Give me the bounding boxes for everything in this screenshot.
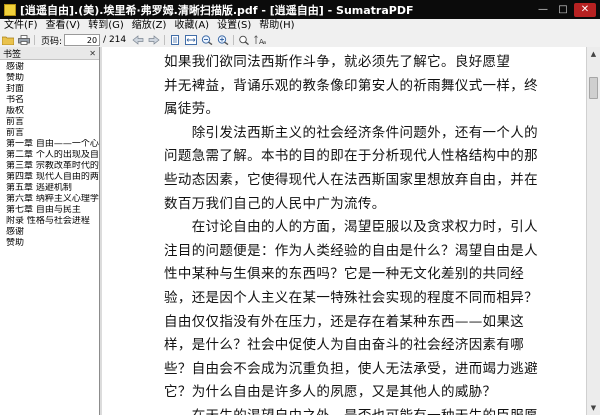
toolbar-separator: [233, 35, 235, 45]
text-line: 性中某种与生俱来的东西吗？它是一种无文化差别的共同经: [164, 266, 525, 283]
zoom-out-icon[interactable]: [201, 35, 213, 46]
bookmark-item[interactable]: 赞助: [6, 73, 99, 84]
toolbar-separator: [164, 35, 166, 45]
bookmark-tree: 感谢 赞助 封面 书名 版权 前言 前言 第一章 自由——一个心理 第二章 个人…: [0, 60, 99, 249]
sidebar-title: 书签: [3, 49, 22, 60]
window-title: [逍遥自由].(美).埃里希·弗罗姆.清晰扫描版.pdf - [逍遥自由] - …: [20, 3, 414, 17]
next-page-icon[interactable]: [148, 35, 160, 46]
text-line: 些动态因素，它使得现代人在法西斯国家里想放弃自由，并在: [164, 171, 538, 188]
text-line: 注目的问题便是：作为人类经验的自由是什么？渴望自由是人: [164, 242, 538, 259]
fit-page-icon[interactable]: [169, 35, 181, 46]
text-line: 自由仅仅指没有外在压力，还是存在着某种东西——如果这: [164, 313, 525, 330]
text-line: 验，还是因个人主义在某一特殊社会实现的程度不同而相异？: [164, 289, 538, 306]
bookmark-item[interactable]: 感谢: [6, 227, 99, 238]
pdf-page: 如果我们欲同法西斯作斗争，就必须先了解它。良好愿望 并无裨益，背诵乐观的教条像印…: [102, 47, 586, 415]
minimize-button[interactable]: —: [534, 3, 552, 17]
scroll-thumb[interactable]: [589, 77, 598, 99]
sidebar-header: 书签 ✕: [0, 47, 99, 60]
previous-page-icon[interactable]: [132, 35, 144, 46]
toolbar-separator: [34, 35, 35, 45]
page-text: 如果我们欲同法西斯作斗争，就必须先了解它。良好愿望 并无裨益，背诵乐观的教条像印…: [164, 51, 538, 415]
menu-help[interactable]: 帮助(H): [255, 19, 298, 33]
text-line: 样，是什么？社会中促使人为自由奋斗的社会经济因素有哪: [164, 337, 525, 354]
text-line: 如果我们欲同法西斯作斗争，就必须先了解它。良好愿望: [164, 54, 511, 70]
zoom-in-icon[interactable]: [217, 35, 229, 46]
window-controls: — □ ✕: [534, 2, 596, 17]
find-icon[interactable]: [238, 35, 250, 46]
text-line: 数百万我们自己的人民中广为流传。: [164, 195, 386, 212]
total-pages: / 214: [103, 35, 127, 45]
vertical-scrollbar[interactable]: ▲ ▼: [586, 47, 600, 415]
menu-view[interactable]: 查看(V): [42, 19, 85, 33]
menu-file[interactable]: 文件(F): [0, 19, 42, 33]
bookmark-item[interactable]: 感谢: [6, 62, 99, 73]
text-line: 在讨论自由的人的方面，渴望臣服以及贪求权力时，引人: [164, 219, 538, 236]
close-sidebar-icon[interactable]: ✕: [89, 49, 96, 58]
bookmark-item[interactable]: 第二章 个人的出现及自由: [6, 150, 99, 161]
bookmark-item[interactable]: 第一章 自由——一个心理: [6, 139, 99, 150]
bookmark-item[interactable]: 第六章 纳粹主义心理学: [6, 194, 99, 205]
text-line: 在天生的渴望自由之外，是否也可能有一种天生的臣服愿: [164, 405, 538, 415]
menu-favorites[interactable]: 收藏(A): [170, 19, 213, 33]
close-button[interactable]: ✕: [574, 2, 596, 17]
bookmark-item[interactable]: 第五章 逃避机制: [6, 183, 99, 194]
svg-text:a: a: [263, 40, 266, 45]
menu-goto[interactable]: 转到(G): [84, 19, 128, 33]
open-folder-icon[interactable]: [2, 35, 14, 46]
bookmark-item[interactable]: 封面: [6, 84, 99, 95]
bookmark-item[interactable]: 版权: [6, 106, 99, 117]
main-area: 书签 ✕ 感谢 赞助 封面 书名 版权 前言 前言 第一章 自由——一个心理 第…: [0, 47, 600, 415]
bookmark-item[interactable]: 第三章 宗教改革时代的自: [6, 161, 99, 172]
toolbar: 页码: / 214 Aa: [0, 33, 600, 47]
text-line: 除引发法西斯主义的社会经济条件问题外，还有一个人的: [164, 124, 538, 141]
text-line: 并无裨益，背诵乐观的教条像印第安人的祈雨舞仪式一样，终: [164, 77, 538, 94]
bookmark-item[interactable]: 赞助: [6, 238, 99, 249]
bookmark-item[interactable]: 前言: [6, 117, 99, 128]
bookmark-item[interactable]: 前言: [6, 128, 99, 139]
match-case-icon[interactable]: Aa: [254, 35, 266, 46]
page-number-input[interactable]: [64, 34, 101, 46]
text-line: 属徒劳。: [164, 101, 220, 118]
scroll-down-icon[interactable]: ▼: [588, 402, 599, 414]
maximize-button[interactable]: □: [554, 3, 572, 17]
bookmark-item[interactable]: 第四章 现代人自由的两重: [6, 172, 99, 183]
title-bar: [逍遥自由].(美).埃里希·弗罗姆.清晰扫描版.pdf - [逍遥自由] - …: [0, 0, 600, 19]
text-line: 些？自由会不会成为沉重负担，使人无法承受，进而竭力逃避: [164, 360, 538, 377]
bookmark-item[interactable]: 第七章 自由与民主: [6, 205, 99, 216]
scroll-up-icon[interactable]: ▲: [588, 48, 599, 60]
menu-bar: 文件(F) 查看(V) 转到(G) 缩放(Z) 收藏(A) 设置(S) 帮助(H…: [0, 19, 600, 33]
fit-width-icon[interactable]: [185, 35, 198, 46]
text-line: 问题急需了解。本书的目的即在于分析现代人性格结构中的那: [164, 148, 538, 165]
bookmarks-sidebar: 书签 ✕ 感谢 赞助 封面 书名 版权 前言 前言 第一章 自由——一个心理 第…: [0, 47, 100, 415]
bookmark-item[interactable]: 书名: [6, 95, 99, 106]
menu-settings[interactable]: 设置(S): [213, 19, 255, 33]
print-icon[interactable]: [18, 35, 30, 46]
document-view[interactable]: 如果我们欲同法西斯作斗争，就必须先了解它。良好愿望 并无裨益，背诵乐观的教条像印…: [100, 47, 586, 415]
bookmark-item[interactable]: 附录 性格与社会进程: [6, 216, 99, 227]
menu-zoom[interactable]: 缩放(Z): [128, 19, 171, 33]
page-label: 页码:: [41, 36, 63, 47]
text-line: 它？为什么自由是许多人的夙愿，又是其他人的威胁？: [164, 384, 497, 401]
sumatra-app-icon[interactable]: [4, 3, 16, 16]
